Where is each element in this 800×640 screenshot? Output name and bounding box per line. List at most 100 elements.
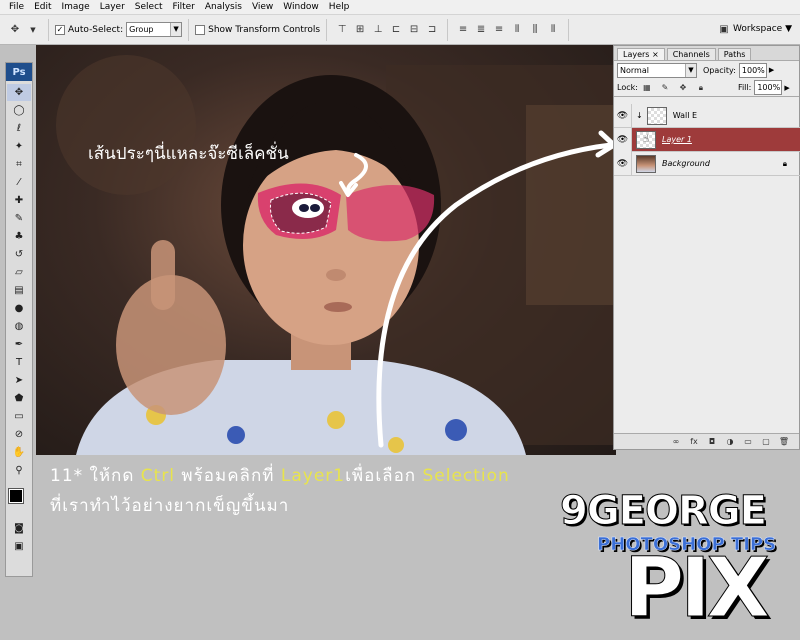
show-transform-checkbox[interactable] <box>195 24 206 35</box>
quick-mask-icon[interactable]: ◙ <box>7 520 31 537</box>
auto-select-value: Group <box>129 25 154 34</box>
chevron-down-icon: ▼ <box>30 25 36 34</box>
menu-filter[interactable]: Filter <box>168 0 200 14</box>
align-top-icon[interactable]: ⊤ <box>335 23 349 37</box>
shape-tool-icon[interactable]: ⬟ <box>7 390 31 407</box>
eye-icon[interactable]: 👁︎ <box>614 127 632 152</box>
menu-image[interactable]: Image <box>57 0 95 14</box>
move-tool-icon: ✥ <box>10 24 20 35</box>
new-layer-icon[interactable]: ▢ <box>759 435 773 449</box>
tab-layers[interactable]: Layers × <box>617 48 665 60</box>
menu-view[interactable]: View <box>247 0 278 14</box>
foreground-color-swatch[interactable] <box>8 488 24 504</box>
menu-window[interactable]: Window <box>278 0 324 14</box>
hand-cursor-icon: ☝ <box>642 134 650 145</box>
eye-icon[interactable]: 👁︎ <box>614 151 632 176</box>
auto-select-checkbox[interactable]: ✓ <box>55 24 65 35</box>
align-buttons: ⊤ ⊞ ⊥ ⊏ ⊟ ⊐ <box>327 18 449 41</box>
link-layers-icon[interactable]: ∞ <box>669 435 683 449</box>
gradient-tool-icon[interactable]: ▤ <box>7 282 31 299</box>
transform-controls-group: Show Transform Controls <box>189 18 328 41</box>
zoom-tool-icon[interactable]: ⚲ <box>7 462 31 479</box>
brand-logo-9george: 9GEORGE <box>560 488 768 535</box>
tool-preset-picker[interactable]: ✥ ▼ <box>0 18 49 41</box>
menu-edit[interactable]: Edit <box>29 0 56 14</box>
lock-all-icon[interactable]: 🔒︎ <box>694 81 708 95</box>
color-swatches <box>6 483 32 519</box>
menu-help[interactable]: Help <box>324 0 355 14</box>
path-selection-icon[interactable]: ➤ <box>7 372 31 389</box>
tab-paths[interactable]: Paths <box>717 48 752 60</box>
align-right-icon[interactable]: ⊐ <box>425 23 439 37</box>
lasso-tool-icon[interactable]: ℓ <box>7 120 31 137</box>
lock-transparency-icon[interactable]: ▦ <box>640 81 654 95</box>
photo-illustration <box>56 55 616 455</box>
blend-mode-dropdown[interactable]: Normal ▼ <box>617 62 697 78</box>
magic-wand-icon[interactable]: ✦ <box>7 138 31 155</box>
dodge-tool-icon[interactable]: ◍ <box>7 318 31 335</box>
eyedropper-tool-icon[interactable]: ⁄ <box>7 174 31 191</box>
pen-tool-icon[interactable]: ✒ <box>7 336 31 353</box>
distribute-hcenter-icon[interactable]: ⫼ <box>528 23 542 37</box>
fill-input[interactable]: 100% <box>754 80 783 95</box>
brand-logo-pix: PIX <box>624 541 771 636</box>
panel-tabs: Layers × Channels Paths <box>614 46 799 61</box>
menu-select[interactable]: Select <box>130 0 168 14</box>
document-canvas[interactable]: เส้นประๆนี่แหละจ๊ะซีเล็คชั่น <box>36 45 616 455</box>
blend-row: Normal ▼ Opacity: 100% ▶ <box>614 61 799 79</box>
notes-tool-icon[interactable]: ▭ <box>7 408 31 425</box>
trash-icon[interactable]: 🗑︎ <box>777 435 791 449</box>
distribute-bottom-icon[interactable]: ≡ <box>492 23 506 37</box>
auto-select-dropdown[interactable]: Group ▼ <box>126 22 183 37</box>
layer-row-background[interactable]: 👁︎ Background 🔒︎ <box>614 151 800 176</box>
align-left-icon[interactable]: ⊏ <box>389 23 403 37</box>
workspace-button[interactable]: Workspace ▼ <box>733 24 792 34</box>
annotation-text: เส้นประๆนี่แหละจ๊ะซีเล็คชั่น <box>88 144 289 164</box>
distribute-vcenter-icon[interactable]: ≣ <box>474 23 488 37</box>
clone-stamp-icon[interactable]: ♣ <box>7 228 31 245</box>
layer-row-wall-e[interactable]: 👁︎ ↓ Wall E <box>614 103 800 128</box>
marquee-tool-icon[interactable]: ◯ <box>7 102 31 119</box>
eraser-tool-icon[interactable]: ▱ <box>7 264 31 281</box>
distribute-left-icon[interactable]: ⦀ <box>510 23 524 37</box>
align-bottom-icon[interactable]: ⊥ <box>371 23 385 37</box>
menu-analysis[interactable]: Analysis <box>200 0 247 14</box>
layer-row-layer-1[interactable]: 👁︎ ☝ Layer 1 <box>614 127 800 152</box>
align-vcenter-icon[interactable]: ⊞ <box>353 23 367 37</box>
menu-layer[interactable]: Layer <box>95 0 130 14</box>
bridge-icon[interactable]: ▣ <box>717 22 731 36</box>
lock-position-icon[interactable]: ✥ <box>676 81 690 95</box>
caption-highlight-ctrl: Ctrl <box>140 466 176 486</box>
eyedropper2-tool-icon[interactable]: ⊘ <box>7 426 31 443</box>
layer-style-icon[interactable]: fx <box>687 435 701 449</box>
screen-mode-icon[interactable]: ▣ <box>7 538 31 555</box>
blend-mode-value: Normal <box>620 65 649 75</box>
lock-pixels-icon[interactable]: ✎ <box>658 81 672 95</box>
opacity-input[interactable]: 100% <box>738 62 767 78</box>
dropdown-arrow-icon: ▼ <box>170 23 182 36</box>
opacity-value: 100% <box>741 65 765 75</box>
healing-brush-icon[interactable]: ✚ <box>7 192 31 209</box>
brush-tool-icon[interactable]: ✎ <box>7 210 31 227</box>
menu-file[interactable]: File <box>4 0 29 14</box>
type-tool-icon[interactable]: T <box>7 354 31 371</box>
layer-thumbnail: ☝ <box>636 130 656 149</box>
menu-bar: File Edit Image Layer Select Filter Anal… <box>0 0 800 15</box>
crop-tool-icon[interactable]: ⌗ <box>7 156 31 173</box>
distribute-top-icon[interactable]: ≡ <box>456 23 470 37</box>
new-group-icon[interactable]: ▭ <box>741 435 755 449</box>
blur-tool-icon[interactable]: ● <box>7 300 31 317</box>
opacity-arrow-icon[interactable]: ▶ <box>769 66 774 74</box>
layer-name: Layer 1 <box>662 135 692 144</box>
layer-mask-icon[interactable]: ◘ <box>705 435 719 449</box>
tab-channels[interactable]: Channels <box>666 48 716 60</box>
distribute-right-icon[interactable]: ⦀ <box>546 23 560 37</box>
caption-text: เพื่อเลือก <box>345 466 423 486</box>
hand-tool-icon[interactable]: ✋ <box>7 444 31 461</box>
history-brush-icon[interactable]: ↺ <box>7 246 31 263</box>
align-hcenter-icon[interactable]: ⊟ <box>407 23 421 37</box>
move-tool-icon[interactable]: ✥ <box>7 84 31 101</box>
fill-arrow-icon[interactable]: ▶ <box>784 84 789 92</box>
eye-icon[interactable]: 👁︎ <box>614 103 632 128</box>
adjustment-layer-icon[interactable]: ◑ <box>723 435 737 449</box>
